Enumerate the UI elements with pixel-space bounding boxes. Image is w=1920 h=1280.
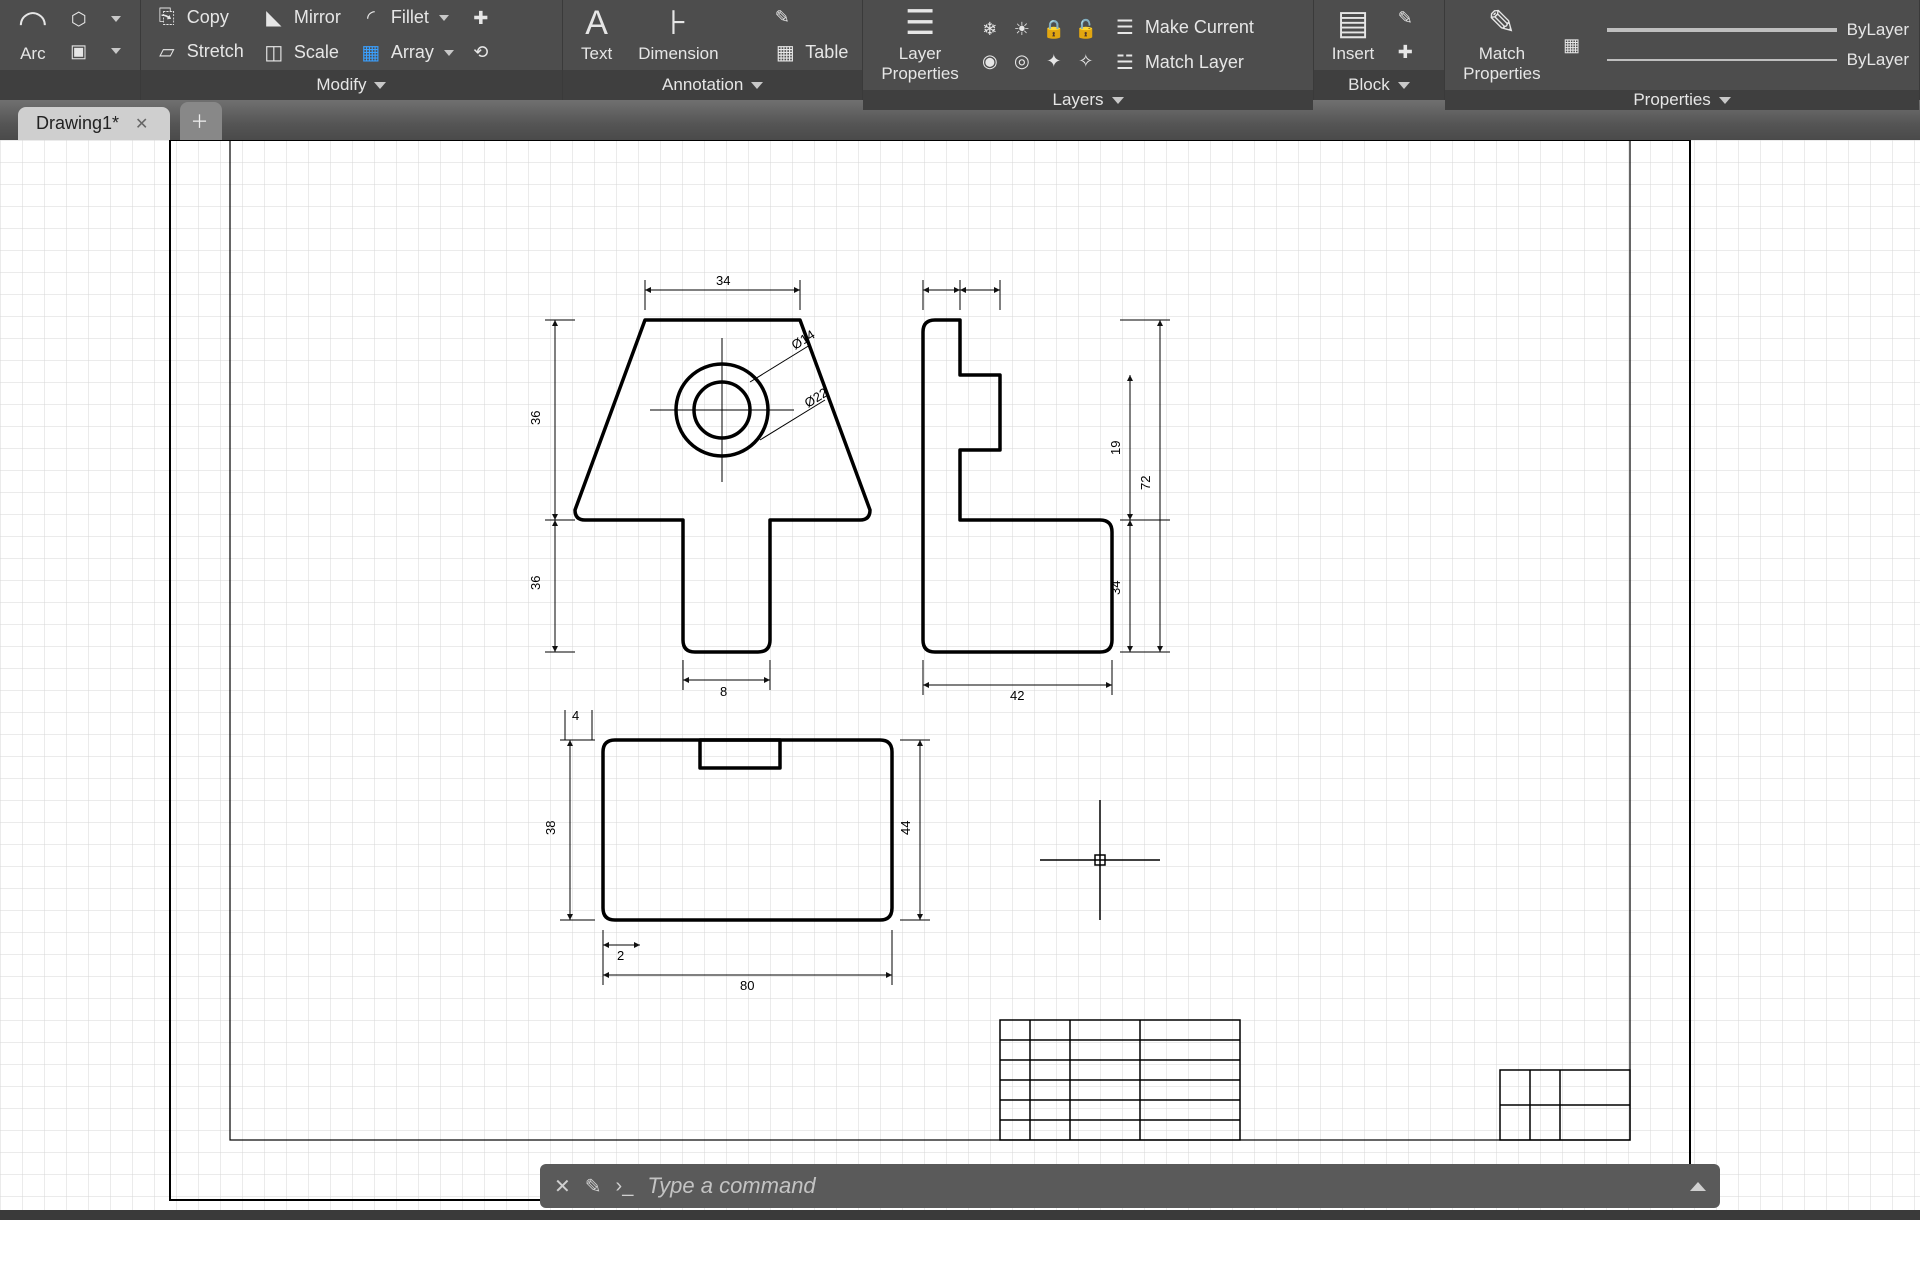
match-properties-button[interactable]: ✎Match Properties	[1455, 4, 1548, 86]
svg-text:42: 42	[1010, 688, 1024, 703]
panel-title-annotation[interactable]: Annotation	[563, 70, 862, 100]
layer-properties-button[interactable]: ☰Layer Properties	[873, 4, 966, 86]
layer-tool-icon[interactable]: ◎	[1009, 48, 1035, 74]
array-icon: ▦	[359, 40, 383, 65]
arc-label: Arc	[20, 44, 46, 64]
panel-title-block[interactable]: Block	[1314, 70, 1444, 100]
new-tab-button[interactable]: ＋	[180, 102, 222, 140]
panel-draw: ◠ Arc ⬡ ▣	[0, 0, 141, 100]
lineweight-dropdown[interactable]: ByLayer	[1595, 20, 1909, 40]
prompt-icon: ›_	[616, 1175, 634, 1198]
svg-text:38: 38	[543, 821, 558, 835]
copy-icon: ⎘	[155, 6, 179, 29]
dropdown-icon[interactable]	[102, 38, 128, 64]
text-icon: A	[585, 6, 608, 40]
match-layer-icon: ☱	[1113, 50, 1137, 75]
svg-text:19: 19	[1108, 441, 1123, 455]
svg-text:80: 80	[740, 978, 754, 993]
insert-icon: ▤	[1337, 6, 1369, 40]
panel-title-draw	[0, 70, 140, 100]
panel-properties: ✎Match Properties ▦ ByLayer ByLayer Prop…	[1445, 0, 1920, 100]
tool-icon[interactable]: ⟲	[468, 39, 494, 65]
properties-grid-icon[interactable]: ▦	[1559, 32, 1585, 58]
tool-icon[interactable]: ✚	[468, 5, 494, 31]
close-icon[interactable]: ✕	[554, 1174, 571, 1199]
stretch-icon: ▱	[155, 39, 179, 64]
copy-button[interactable]: ⎘Copy	[151, 5, 248, 30]
tool-icon[interactable]: ✎	[1392, 5, 1418, 31]
layer-tool-icon[interactable]: ❄	[977, 16, 1003, 42]
dimension-button[interactable]: ⊦Dimension	[630, 4, 726, 66]
svg-text:8: 8	[720, 684, 727, 699]
layer-tool-icon[interactable]: ◉	[977, 48, 1003, 74]
dimension-icon: ⊦	[670, 6, 688, 40]
layer-tool-icon[interactable]: ✦	[1041, 48, 1067, 74]
tab-drawing1[interactable]: Drawing1* ✕	[18, 107, 170, 140]
chevron-down-icon	[1112, 97, 1124, 104]
table-button[interactable]: ▦Table	[769, 39, 852, 66]
status-bar	[0, 1210, 1920, 1220]
layer-tool-icon[interactable]: 🔒	[1041, 16, 1067, 42]
chevron-down-icon	[1719, 97, 1731, 104]
expand-icon[interactable]	[1690, 1182, 1706, 1191]
layer-tool-icon[interactable]: 🔓	[1073, 16, 1099, 42]
chevron-down-icon	[444, 50, 454, 56]
scale-icon: ◫	[262, 40, 286, 65]
svg-text:44: 44	[898, 821, 913, 835]
close-icon[interactable]: ✕	[135, 114, 148, 134]
stretch-button[interactable]: ▱Stretch	[151, 38, 248, 65]
panel-title-layers[interactable]: Layers	[863, 90, 1312, 110]
match-icon: ✎	[1488, 6, 1517, 40]
svg-text:72: 72	[1138, 476, 1153, 490]
scale-button[interactable]: ◫Scale	[258, 39, 345, 66]
customize-icon[interactable]: ✎	[585, 1174, 602, 1199]
table-icon: ▦	[773, 40, 797, 65]
svg-text:34: 34	[1108, 581, 1123, 595]
dropdown-icon[interactable]	[102, 6, 128, 32]
panel-annotation: AText ⊦Dimension ✎ ▦Table Annotation	[563, 0, 863, 100]
panel-modify: ⎘Copy ▱Stretch ◣Mirror ◫Scale ◜Fillet ▦A…	[141, 0, 563, 100]
svg-text:34: 34	[716, 273, 730, 288]
ribbon: ◠ Arc ⬡ ▣ ⎘Copy ▱Stretch	[0, 0, 1920, 100]
panel-layers: ☰Layer Properties ❄☀🔒🔓 ◉◎✦✧ ☰Make Curren…	[863, 0, 1313, 100]
tool-icon[interactable]: ▣	[66, 38, 92, 64]
svg-text:36: 36	[528, 411, 543, 425]
fillet-icon: ◜	[359, 5, 383, 30]
mirror-button[interactable]: ◣Mirror	[258, 4, 345, 31]
layers-icon: ☰	[905, 6, 935, 40]
svg-text:2: 2	[617, 948, 624, 963]
chevron-down-icon	[374, 82, 386, 89]
fillet-button[interactable]: ◜Fillet	[355, 4, 458, 31]
mirror-icon: ◣	[262, 5, 286, 30]
text-button[interactable]: AText	[573, 4, 620, 66]
tab-label: Drawing1*	[36, 113, 119, 134]
chevron-down-icon	[439, 15, 449, 21]
insert-button[interactable]: ▤Insert	[1324, 4, 1383, 66]
make-current-button[interactable]: ☰Make Current	[1109, 14, 1258, 41]
svg-text:36: 36	[528, 576, 543, 590]
panel-title-properties[interactable]: Properties	[1445, 90, 1919, 110]
array-button[interactable]: ▦Array	[355, 39, 458, 66]
panel-block: ▤Insert ✎ ✚ Block	[1314, 0, 1445, 100]
tool-icon[interactable]: ✚	[1392, 39, 1418, 65]
make-current-icon: ☰	[1113, 15, 1137, 40]
drawing-canvas[interactable]: 34 36 36 8 Ø14 Ø22 72 19 34 42 38 44 80 …	[0, 140, 1920, 1220]
arc-button[interactable]: ◠ Arc	[10, 4, 56, 66]
layer-tool-icon[interactable]: ☀	[1009, 16, 1035, 42]
command-placeholder: Type a command	[647, 1173, 815, 1199]
svg-text:4: 4	[572, 708, 579, 723]
layer-tool-icon[interactable]: ✧	[1073, 48, 1099, 74]
match-layer-button[interactable]: ☱Match Layer	[1109, 49, 1258, 76]
tool-icon[interactable]: ✎	[769, 5, 795, 31]
arc-icon: ◠	[18, 6, 48, 40]
chevron-down-icon	[751, 82, 763, 89]
linetype-dropdown[interactable]: ByLayer	[1595, 50, 1909, 70]
chevron-down-icon	[1398, 82, 1410, 89]
drawing-svg: 34 36 36 8 Ø14 Ø22 72 19 34 42 38 44 80 …	[0, 140, 1920, 1220]
tool-icon[interactable]: ⬡	[66, 6, 92, 32]
command-line[interactable]: ✕ ✎ ›_ Type a command	[540, 1164, 1720, 1208]
panel-title-modify[interactable]: Modify	[141, 70, 562, 100]
